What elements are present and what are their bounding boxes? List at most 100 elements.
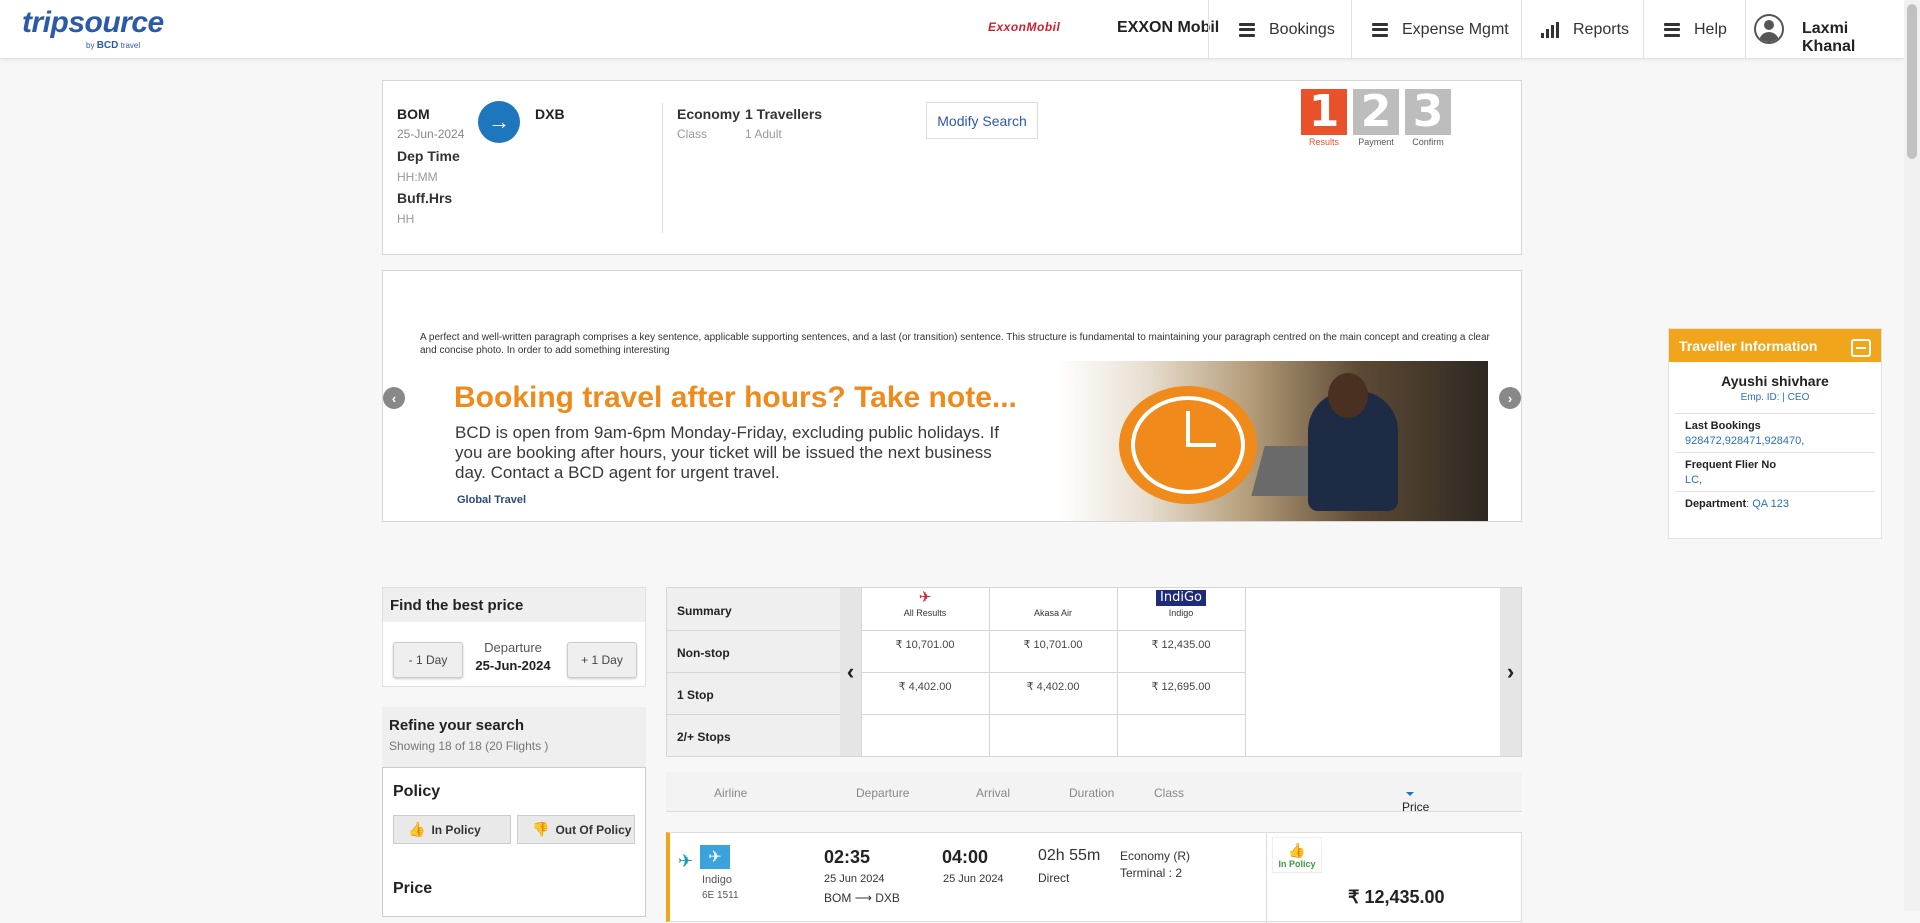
route-to: DXB (875, 891, 900, 905)
col-arrival[interactable]: Arrival (976, 786, 1010, 800)
col-airline[interactable]: Airline (714, 786, 747, 800)
flight-terminal: Terminal : 2 (1120, 866, 1183, 880)
banner-paragraph: A perfect and well-written paragraph com… (420, 332, 1490, 356)
refine-title: Refine your search (389, 717, 525, 734)
user-name[interactable]: Laxmi Khanal (1802, 20, 1904, 56)
page-scrollbar[interactable] (1904, 0, 1920, 911)
col-departure[interactable]: Departure (856, 786, 909, 800)
tripsource-logo[interactable]: tripsource by BCD travel (22, 6, 164, 51)
minimize-icon[interactable] (1851, 339, 1871, 357)
dep-time-value: HH:MM (397, 170, 438, 184)
scrollbar-thumb[interactable] (1907, 4, 1917, 159)
thumbs-up-icon: 👍 (1288, 842, 1306, 858)
step-number: 3 (1405, 89, 1451, 135)
arrow-right-icon: ⟶ (854, 891, 876, 905)
step-number: 1 (1301, 89, 1347, 135)
traveller-emp-id: Emp. ID: | CEO (1740, 392, 1810, 403)
modify-search-button[interactable]: Modify Search (926, 102, 1038, 139)
in-policy-button[interactable]: 👍 In Policy (393, 815, 511, 844)
price-one-stop[interactable]: ₹ 12,695.00 (1117, 680, 1245, 693)
nav-expense-mgmt[interactable]: Expense Mgmt (1372, 0, 1509, 59)
in-policy-text: In Policy (1278, 859, 1316, 869)
out-policy-button[interactable]: 👎 Out Of Policy (517, 815, 635, 844)
col-price-sort[interactable]: Price (1402, 786, 1429, 814)
step-results: 1 Results (1301, 89, 1347, 147)
nav-bookings[interactable]: Bookings (1239, 0, 1335, 59)
find-best-price: Find the best price - 1 Day Departure 25… (382, 587, 646, 687)
departure-date: 25 Jun 2024 (824, 873, 885, 885)
price-nonstop[interactable]: ₹ 12,435.00 (1117, 638, 1245, 651)
price-one-stop[interactable]: ₹ 4,402.00 (861, 680, 989, 693)
user-avatar-icon[interactable] (1754, 14, 1784, 44)
carousel-next-icon[interactable]: › (1499, 387, 1521, 409)
menu-icon (1664, 22, 1680, 37)
step-label: Payment (1358, 137, 1394, 147)
minus-day-button[interactable]: - 1 Day (393, 642, 463, 678)
indigo-airline-logo: ✈ (700, 845, 730, 869)
carousel-prev-icon[interactable]: ‹ (383, 387, 405, 409)
out-policy-label: Out Of Policy (555, 822, 632, 837)
step-label: Confirm (1412, 137, 1444, 147)
logo-bcd: BCD (96, 40, 119, 51)
row-two-plus-stops: 2/+ Stops (677, 730, 731, 744)
route-from: BOM (824, 891, 852, 905)
departure-date: 25-Jun-2024 (475, 658, 551, 673)
plane-icon: ✈ (918, 589, 932, 606)
price-one-stop[interactable]: ₹ 4,402.00 (989, 680, 1117, 693)
banner-image[interactable]: Booking travel after hours? Take note...… (419, 361, 1488, 521)
department: Department: QA 123 (1675, 491, 1875, 515)
nav-help[interactable]: Help (1664, 0, 1727, 59)
flight-duration: 02h 55m (1038, 847, 1101, 864)
flight-number: 6E 1511 (702, 890, 739, 901)
arrival-date: 25 Jun 2024 (943, 873, 1004, 885)
arrow-right-icon: → (478, 101, 520, 143)
nav-divider (1351, 0, 1352, 59)
promo-banner: A perfect and well-written paragraph com… (382, 270, 1522, 522)
airline-name: Akasa Air (1033, 608, 1073, 618)
price-nonstop[interactable]: ₹ 10,701.00 (861, 638, 989, 651)
divider (861, 630, 1245, 631)
in-policy-label: In Policy (431, 822, 481, 837)
nav-divider (1521, 0, 1522, 59)
departure-label: Departure (484, 640, 542, 655)
travellers-label: 1 Travellers (745, 106, 823, 122)
nav-bookings-label: Bookings (1269, 20, 1335, 38)
refine-filters: Policy 👍 In Policy 👎 Out Of Policy Price (382, 767, 646, 917)
logo-subtext: by BCD travel (86, 40, 140, 51)
flight-route: BOM ⟶ DXB (824, 891, 900, 905)
col-class[interactable]: Class (1154, 786, 1184, 800)
flight-result-card[interactable]: ✈ ✈ Indigo 6E 1511 02:35 25 Jun 2024 04:… (666, 832, 1522, 923)
company-logo: ExxonMobil (988, 20, 1061, 34)
company-name: EXXON Mobil (1117, 19, 1220, 36)
refine-header: Refine your search Showing 18 of 18 (20 … (382, 707, 646, 767)
nav-help-label: Help (1694, 20, 1727, 38)
buff-hrs-value: HH (397, 212, 415, 226)
nav-reports[interactable]: Reports (1541, 0, 1629, 59)
row-nonstop: Non-stop (677, 646, 730, 660)
menu-icon (1239, 22, 1255, 37)
dept-value: QA 123 (1752, 498, 1789, 510)
matrix-next-icon[interactable]: › (1500, 588, 1521, 756)
col-duration[interactable]: Duration (1069, 786, 1114, 800)
nav-divider (1643, 0, 1644, 59)
price-nonstop[interactable]: ₹ 10,701.00 (989, 638, 1117, 651)
plus-day-button[interactable]: + 1 Day (567, 642, 637, 678)
frequent-flier: Frequent Flier No LC, (1675, 452, 1875, 491)
airline-price-matrix: Summary Non-stop 1 Stop 2/+ Stops ‹ ✈ Al… (666, 587, 1522, 757)
search-summary: BOM 25-Jun-2024 → DXB Dep Time HH:MM Buf… (382, 80, 1522, 255)
last-bookings-value[interactable]: 928472,928471,928470, (1685, 435, 1865, 447)
traveller-info-header: Traveller Information (1669, 329, 1881, 362)
arrival-time: 04:00 (942, 847, 989, 867)
step-payment: 2 Payment (1353, 89, 1399, 147)
matrix-prev-icon[interactable]: ‹ (840, 588, 861, 756)
banner-footer: Global Travel (457, 494, 527, 506)
flight-airline: Indigo (702, 874, 732, 886)
nav-divider (1745, 0, 1746, 59)
flight-price[interactable]: ₹ 12,435.00 (1348, 887, 1445, 908)
find-best-price-title: Find the best price (383, 588, 645, 622)
logo-brand: tripsource (22, 6, 164, 39)
divider (861, 714, 1245, 715)
policy-title: Policy (393, 783, 441, 800)
travel-date: 25-Jun-2024 (397, 127, 465, 141)
banner-title: Booking travel after hours? Take note... (454, 381, 1017, 414)
